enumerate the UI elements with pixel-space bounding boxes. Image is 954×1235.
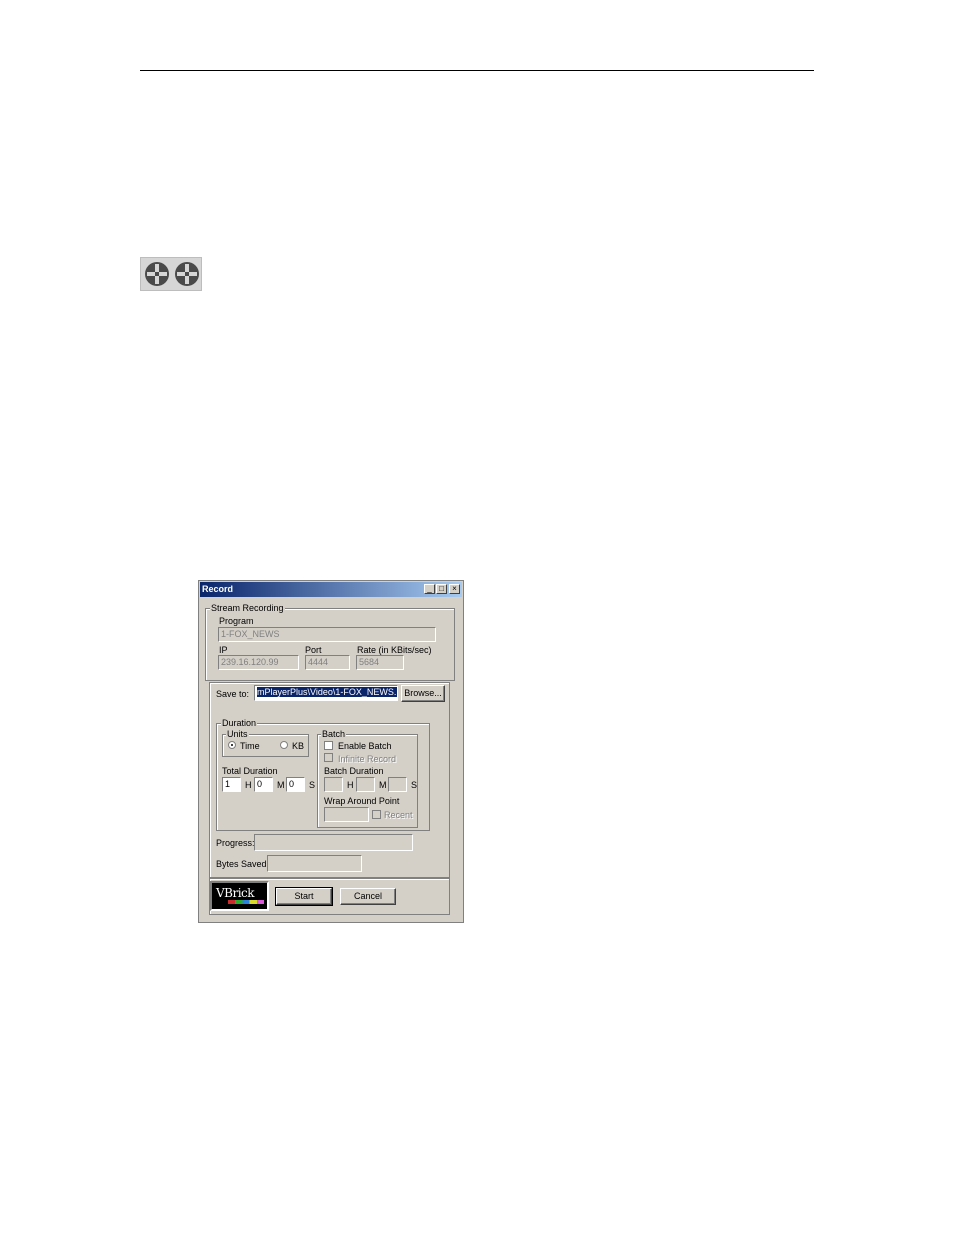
header-rule (140, 70, 814, 71)
units-title: Units (226, 729, 249, 739)
ip-label: IP (219, 645, 228, 655)
batch-hours-unit: H (347, 780, 354, 790)
rate-label: Rate (in KBits/sec) (357, 645, 432, 655)
rate-field: 5684 (356, 655, 404, 670)
batch-title: Batch (321, 729, 347, 739)
cancel-button[interactable]: Cancel (340, 888, 396, 905)
infinite-record-checkbox[interactable] (324, 753, 333, 762)
ip-field: 239.16.120.99 (218, 655, 299, 670)
batch-hours-input[interactable] (324, 777, 343, 792)
title-bar[interactable]: Record _ □ × (200, 582, 462, 597)
hours-input[interactable]: 1 (222, 777, 241, 792)
minimize-button[interactable]: _ (424, 584, 435, 594)
enable-batch-checkbox[interactable] (324, 741, 333, 750)
seconds-input[interactable]: 0 (286, 777, 305, 792)
port-label: Port (305, 645, 322, 655)
wrap-around-input[interactable] (324, 807, 369, 822)
close-icon: × (452, 584, 457, 593)
stream-recording-title: Stream Recording (210, 603, 285, 613)
progress-label: Progress: (216, 838, 255, 848)
browse-button[interactable]: Browse... (401, 685, 445, 702)
bytes-saved-field (267, 855, 362, 872)
save-path-input[interactable]: mPlayerPlus\Video\1-FOX_NEWS.mpf (254, 685, 398, 701)
kb-radio[interactable] (280, 741, 288, 749)
kb-radio-label: KB (292, 741, 305, 751)
infinite-record-label: Infinite Record (338, 754, 397, 764)
program-field: 1-FOX_NEWS (218, 627, 436, 642)
close-button[interactable]: × (449, 584, 460, 594)
port-field: 4444 (305, 655, 350, 670)
minutes-unit-label: M (277, 780, 285, 790)
enable-batch-label: Enable Batch (338, 741, 392, 751)
time-radio-label: Time (240, 741, 260, 751)
batch-minutes-unit: M (379, 780, 387, 790)
tape-reel-icon (140, 257, 202, 291)
bytes-saved-label: Bytes Saved: (216, 859, 270, 869)
maximize-icon: □ (439, 584, 444, 593)
maximize-button[interactable]: □ (436, 584, 447, 594)
batch-seconds-input[interactable] (388, 777, 407, 792)
progress-bar (254, 834, 413, 851)
vbrick-logo: VBrick (210, 881, 269, 911)
start-button[interactable]: Start (275, 887, 333, 906)
seconds-unit-label: S (309, 780, 316, 790)
total-duration-label: Total Duration (222, 766, 278, 776)
hours-unit-label: H (245, 780, 252, 790)
program-label: Program (219, 616, 254, 626)
record-dialog: Record _ □ × Stream Recording Program 1-… (198, 580, 464, 923)
wrap-around-label: Wrap Around Point (324, 796, 400, 806)
duration-title: Duration (221, 718, 258, 728)
save-to-label: Save to: (216, 689, 250, 699)
recent-checkbox[interactable] (372, 810, 381, 819)
window-title: Record (202, 584, 234, 594)
minimize-icon: _ (427, 584, 432, 593)
time-radio[interactable] (228, 741, 236, 749)
logo-text: VBrick (216, 886, 255, 900)
minutes-input[interactable]: 0 (254, 777, 273, 792)
logo-colors (228, 900, 264, 904)
recent-label: Recent (384, 810, 413, 820)
batch-seconds-unit: S (411, 780, 418, 790)
batch-duration-label: Batch Duration (324, 766, 384, 776)
save-path-text: mPlayerPlus\Video\1-FOX_NEWS.mpf (257, 687, 397, 697)
batch-minutes-input[interactable] (356, 777, 375, 792)
